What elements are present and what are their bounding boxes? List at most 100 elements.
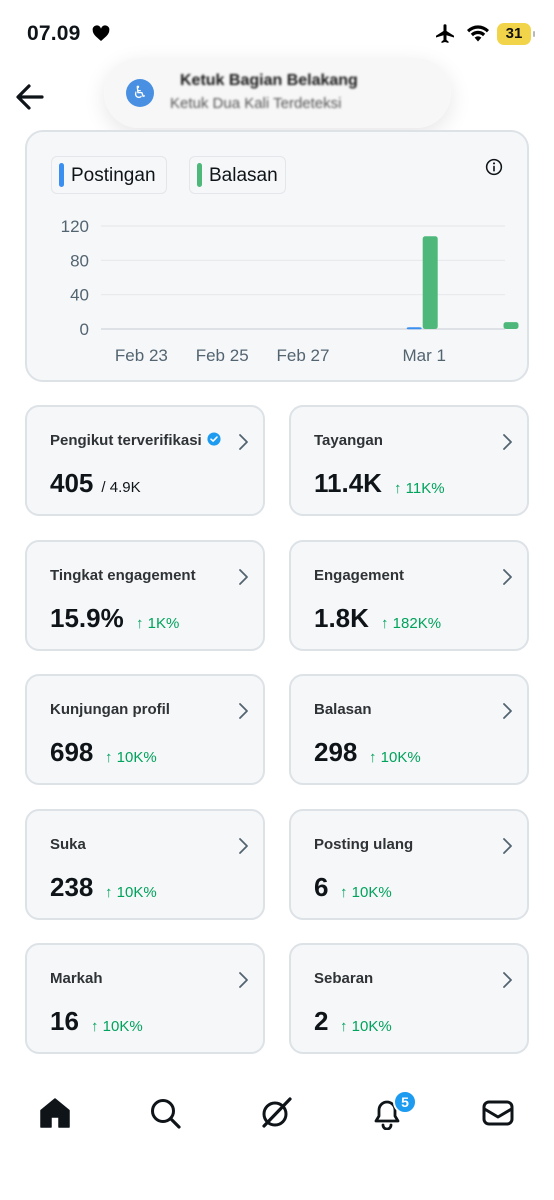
stat-value-text: 15.9%: [50, 602, 124, 633]
stat-card-verified-followers[interactable]: Pengikut terverifikasi 405 / 4.9K: [25, 405, 265, 516]
search-icon[interactable]: [148, 1096, 182, 1130]
stat-label-text: Sebaran: [314, 970, 374, 987]
stat-label: Kunjungan profil: [50, 701, 170, 718]
x-tick-label: Feb 25: [196, 346, 249, 365]
stat-value-text: 1.8K: [314, 602, 369, 633]
battery-indicator: 31: [497, 23, 535, 45]
heart-icon: [92, 25, 110, 41]
stat-value-text: 16: [50, 1006, 79, 1036]
stat-value-text: 405: [50, 468, 94, 498]
stat-label: Engagement: [314, 567, 404, 584]
stat-value: 1.8K: [314, 603, 369, 634]
stat-change: ↑ 10K%: [340, 1018, 392, 1035]
bar-balasan[interactable]: [422, 236, 438, 329]
chevron-right-icon: [239, 972, 248, 988]
stat-label: Tingkat engagement: [50, 567, 196, 584]
stat-label: Tayangan: [314, 432, 383, 449]
y-tick-label: 120: [61, 217, 89, 236]
x-tick-label: Mar 1: [402, 346, 445, 365]
status-time: 07.09: [27, 22, 81, 45]
stat-value-text: 2: [314, 1006, 329, 1036]
chevron-right-icon: [503, 434, 512, 450]
stat-total: / 4.9K: [101, 479, 141, 496]
airplane-mode-icon: [436, 24, 454, 43]
stat-label-text: Posting ulang: [314, 835, 414, 853]
back-arrow-icon[interactable]: [14, 82, 46, 112]
notification-badge: 5: [393, 1090, 417, 1114]
stat-label-text: Balasan: [314, 701, 372, 718]
stat-change: ↑ 10K%: [105, 883, 157, 901]
verified-badge-icon: [207, 432, 221, 446]
back-tap-toast: ♿ Ketuk Bagian Belakang Ketuk Dua Kali T…: [104, 58, 451, 128]
stat-change: ↑ 11K%: [394, 480, 445, 497]
x-tick-label: Feb 27: [277, 346, 330, 365]
stat-card-reposts[interactable]: Posting ulang 6 ↑ 10K%: [289, 808, 529, 920]
stat-label-text: Tayangan: [314, 432, 383, 449]
bar-balasan[interactable]: [503, 322, 519, 329]
stat-value-text: 298: [314, 737, 358, 767]
stat-value: 698: [50, 737, 93, 768]
stat-change: ↑ 10K%: [369, 749, 421, 766]
chevron-right-icon: [503, 568, 512, 585]
stat-value-text: 11.4K: [314, 468, 382, 498]
stat-change: ↑ 1K%: [136, 614, 180, 632]
legend-postingan-label: Postingan: [71, 165, 156, 186]
chevron-right-icon: [239, 837, 248, 854]
stat-label: Pengikut terverifikasi: [50, 432, 221, 449]
y-tick-label: 0: [80, 320, 89, 339]
info-icon[interactable]: [485, 158, 503, 176]
stat-change: ↑ 10K%: [91, 1018, 143, 1035]
chevron-right-icon: [503, 703, 512, 719]
accessibility-icon: ♿: [126, 79, 154, 107]
home-icon[interactable]: [38, 1096, 72, 1130]
stat-label: Balasan: [314, 701, 372, 718]
mail-icon[interactable]: [481, 1096, 515, 1130]
stat-label-text: Pengikut terverifikasi: [50, 432, 202, 449]
stat-label: Sebaran: [314, 970, 373, 987]
stat-card-shares[interactable]: Sebaran 2 ↑ 10K%: [289, 943, 529, 1054]
bar-postingan[interactable]: [406, 327, 422, 330]
legend-balasan[interactable]: Balasan: [189, 156, 286, 194]
y-tick-label: 40: [70, 286, 89, 305]
stat-card-engagement-rate[interactable]: Tingkat engagement 15.9% ↑ 1K%: [25, 539, 265, 651]
stat-value: 405 / 4.9K: [50, 468, 141, 499]
grok-icon[interactable]: [259, 1096, 293, 1130]
stat-card-impressions[interactable]: Tayangan 11.4K ↑ 11K%: [289, 405, 529, 516]
stat-value: 15.9%: [50, 603, 124, 634]
stat-card-likes[interactable]: Suka 238 ↑ 10K%: [25, 808, 265, 920]
chevron-right-icon: [239, 434, 248, 450]
stat-card-bookmarks[interactable]: Markah 16 ↑ 10K%: [25, 943, 265, 1054]
stat-value: 2: [314, 1006, 328, 1037]
wifi-icon: [467, 25, 489, 42]
stat-label-text: Suka: [50, 835, 86, 853]
legend-balasan-label: Balasan: [209, 165, 278, 186]
stat-label: Suka: [50, 836, 86, 853]
stat-value: 16: [50, 1006, 79, 1037]
stat-change: ↑ 182K%: [381, 614, 442, 632]
stat-label-text: Kunjungan profil: [50, 701, 170, 718]
toast-subtitle: Ketuk Dua Kali Terdeteksi: [170, 95, 342, 112]
chevron-right-icon: [503, 972, 512, 988]
activity-chart-card: 0 40 80 120 Feb 23 Feb 25 Feb 27 Mar 1 Postinga…: [25, 130, 529, 382]
chevron-right-icon: [239, 568, 248, 585]
stat-value: 11.4K: [314, 468, 382, 499]
y-tick-label: 80: [70, 251, 89, 270]
stat-value-text: 238: [50, 871, 94, 902]
status-bar: 07.09 31: [0, 0, 554, 64]
stat-value: 238: [50, 872, 93, 903]
toast-title: Ketuk Bagian Belakang: [180, 72, 358, 89]
stat-label-text: Markah: [50, 970, 103, 987]
chevron-right-icon: [503, 837, 512, 854]
legend-postingan-swatch: [59, 163, 64, 187]
x-tick-label: Feb 23: [115, 346, 168, 365]
stat-change: ↑ 10K%: [340, 883, 392, 901]
stat-value-text: 6: [314, 871, 329, 902]
stat-card-profile-visits[interactable]: Kunjungan profil 698 ↑ 10K%: [25, 674, 265, 785]
stat-card-replies[interactable]: Balasan 298 ↑ 10K%: [289, 674, 529, 785]
stat-label: Markah: [50, 970, 103, 987]
legend-postingan[interactable]: Postingan: [51, 156, 167, 194]
stat-card-engagements[interactable]: Engagement 1.8K ↑ 182K%: [289, 539, 529, 651]
stat-change: ↑ 10K%: [105, 749, 157, 766]
stat-value: 298: [314, 737, 357, 768]
stat-label: Posting ulang: [314, 836, 413, 853]
